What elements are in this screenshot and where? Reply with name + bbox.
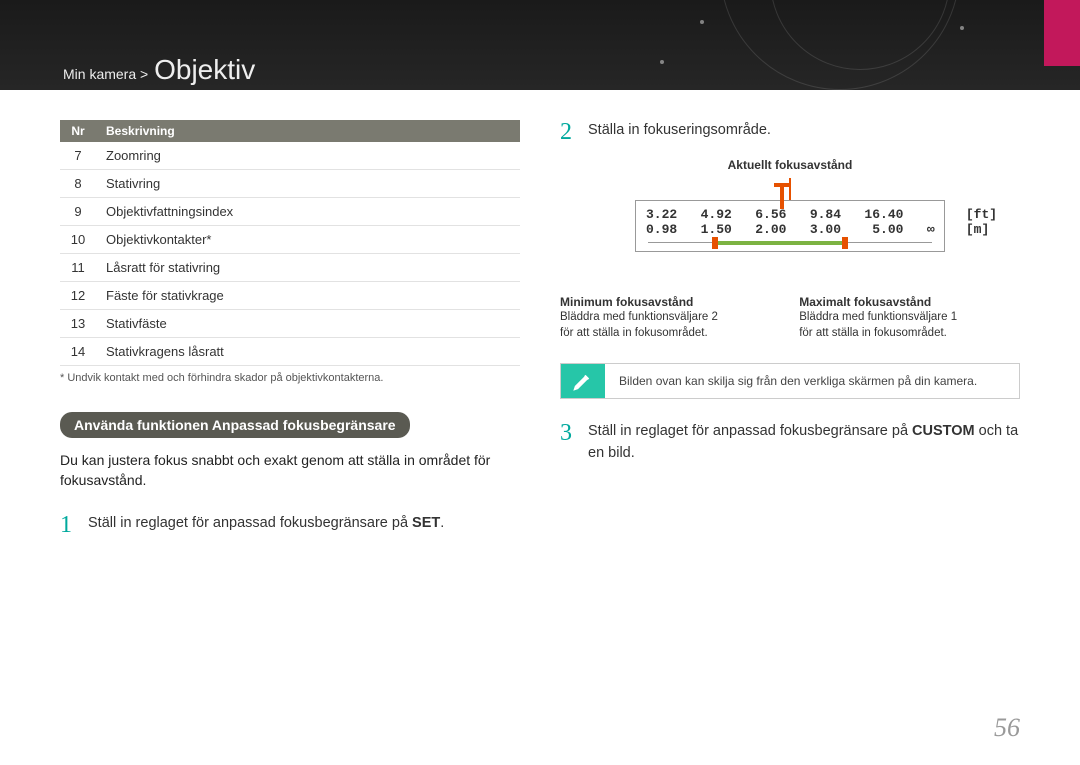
range-bar	[714, 241, 846, 245]
table-row: 14Stativkragens låsratt	[60, 338, 520, 366]
max-desc-2: för att ställa in fokusområdet.	[799, 326, 1020, 342]
min-desc-2: för att ställa in fokusområdet.	[560, 326, 781, 342]
max-desc-1: Bläddra med funktionsväljare 1	[799, 310, 1020, 326]
step-text: Ställ in reglaget för anpassad fokusbegr…	[88, 513, 444, 537]
table-row: 9Objektivfattningsindex	[60, 198, 520, 226]
scale-row-ft: 3.22 4.92 6.56 9.84 16.40 [ft]	[646, 207, 934, 222]
page-title: Objektiv	[154, 54, 255, 85]
max-title: Maximalt fokusavstånd	[799, 294, 1020, 310]
min-desc-1: Bläddra med funktionsväljare 2	[560, 310, 781, 326]
section-heading: Använda funktionen Anpassad fokusbegräns…	[60, 412, 410, 438]
note-text: Bilden ovan kan skilja sig från den verk…	[605, 364, 991, 398]
th-beskrivning: Beskrivning	[96, 120, 520, 142]
decor-dot	[960, 26, 964, 30]
max-caption: Maximalt fokusavstånd Bläddra med funkti…	[799, 294, 1020, 341]
table-row: 11Låsratt för stativring	[60, 254, 520, 282]
step-text: Ställa in fokuseringsområde.	[588, 120, 771, 144]
step-number: 2	[560, 120, 578, 144]
focus-diagram: Aktuellt fokusavstånd 3.22 4.92 6.56 9.8…	[560, 158, 1020, 341]
page-header: Min kamera > Objektiv	[0, 0, 1080, 90]
note-box: Bilden ovan kan skilja sig från den verk…	[560, 363, 1020, 399]
breadcrumb-path: Min kamera >	[63, 66, 148, 82]
max-stop-icon	[842, 237, 848, 249]
min-title: Minimum fokusavstånd	[560, 294, 781, 310]
diagram-captions: Minimum fokusavstånd Bläddra med funktio…	[560, 294, 1020, 341]
th-nr: Nr	[60, 120, 96, 142]
step-3: 3 Ställ in reglaget för anpassad fokusbe…	[560, 421, 1020, 465]
section-intro: Du kan justera fokus snabbt och exakt ge…	[60, 450, 520, 491]
page-number: 56	[994, 713, 1020, 743]
step-2: 2 Ställa in fokuseringsområde.	[560, 120, 1020, 144]
step-1: 1 Ställ in reglaget för anpassad fokusbe…	[60, 513, 520, 537]
diagram-leader-top	[789, 178, 791, 200]
table-row: 13Stativfäste	[60, 310, 520, 338]
table-footnote: * Undvik kontakt med och förhindra skado…	[60, 372, 520, 384]
min-caption: Minimum fokusavstånd Bläddra med funktio…	[560, 294, 781, 341]
step-number: 1	[60, 513, 78, 537]
right-column: 2 Ställa in fokuseringsområde. Aktuellt …	[560, 120, 1020, 537]
content: Nr Beskrivning 7Zoomring 8Stativring 9Ob…	[0, 90, 1080, 537]
step-number: 3	[560, 421, 578, 465]
breadcrumb: Min kamera > Objektiv	[63, 54, 255, 86]
scale-row-m: 0.98 1.50 2.00 3.00 5.00 ∞ [m]	[646, 222, 934, 237]
description-table: Nr Beskrivning 7Zoomring 8Stativring 9Ob…	[60, 120, 520, 366]
table-row: 8Stativring	[60, 170, 520, 198]
decor-dot	[700, 20, 704, 24]
table-row: 7Zoomring	[60, 142, 520, 170]
left-column: Nr Beskrivning 7Zoomring 8Stativring 9Ob…	[60, 120, 520, 537]
step-text: Ställ in reglaget för anpassad fokusbegr…	[588, 421, 1020, 465]
min-stop-icon	[712, 237, 718, 249]
diagram-current-label: Aktuellt fokusavstånd	[560, 158, 1020, 172]
section-tab	[1044, 0, 1080, 66]
table-row: 12Fäste för stativkrage	[60, 282, 520, 310]
decor-dot	[660, 60, 664, 64]
current-indicator-icon	[776, 183, 788, 213]
note-pen-icon	[561, 364, 605, 398]
focus-scale-box: 3.22 4.92 6.56 9.84 16.40 [ft] 0.98 1.50…	[635, 200, 945, 252]
table-row: 10Objektivkontakter*	[60, 226, 520, 254]
